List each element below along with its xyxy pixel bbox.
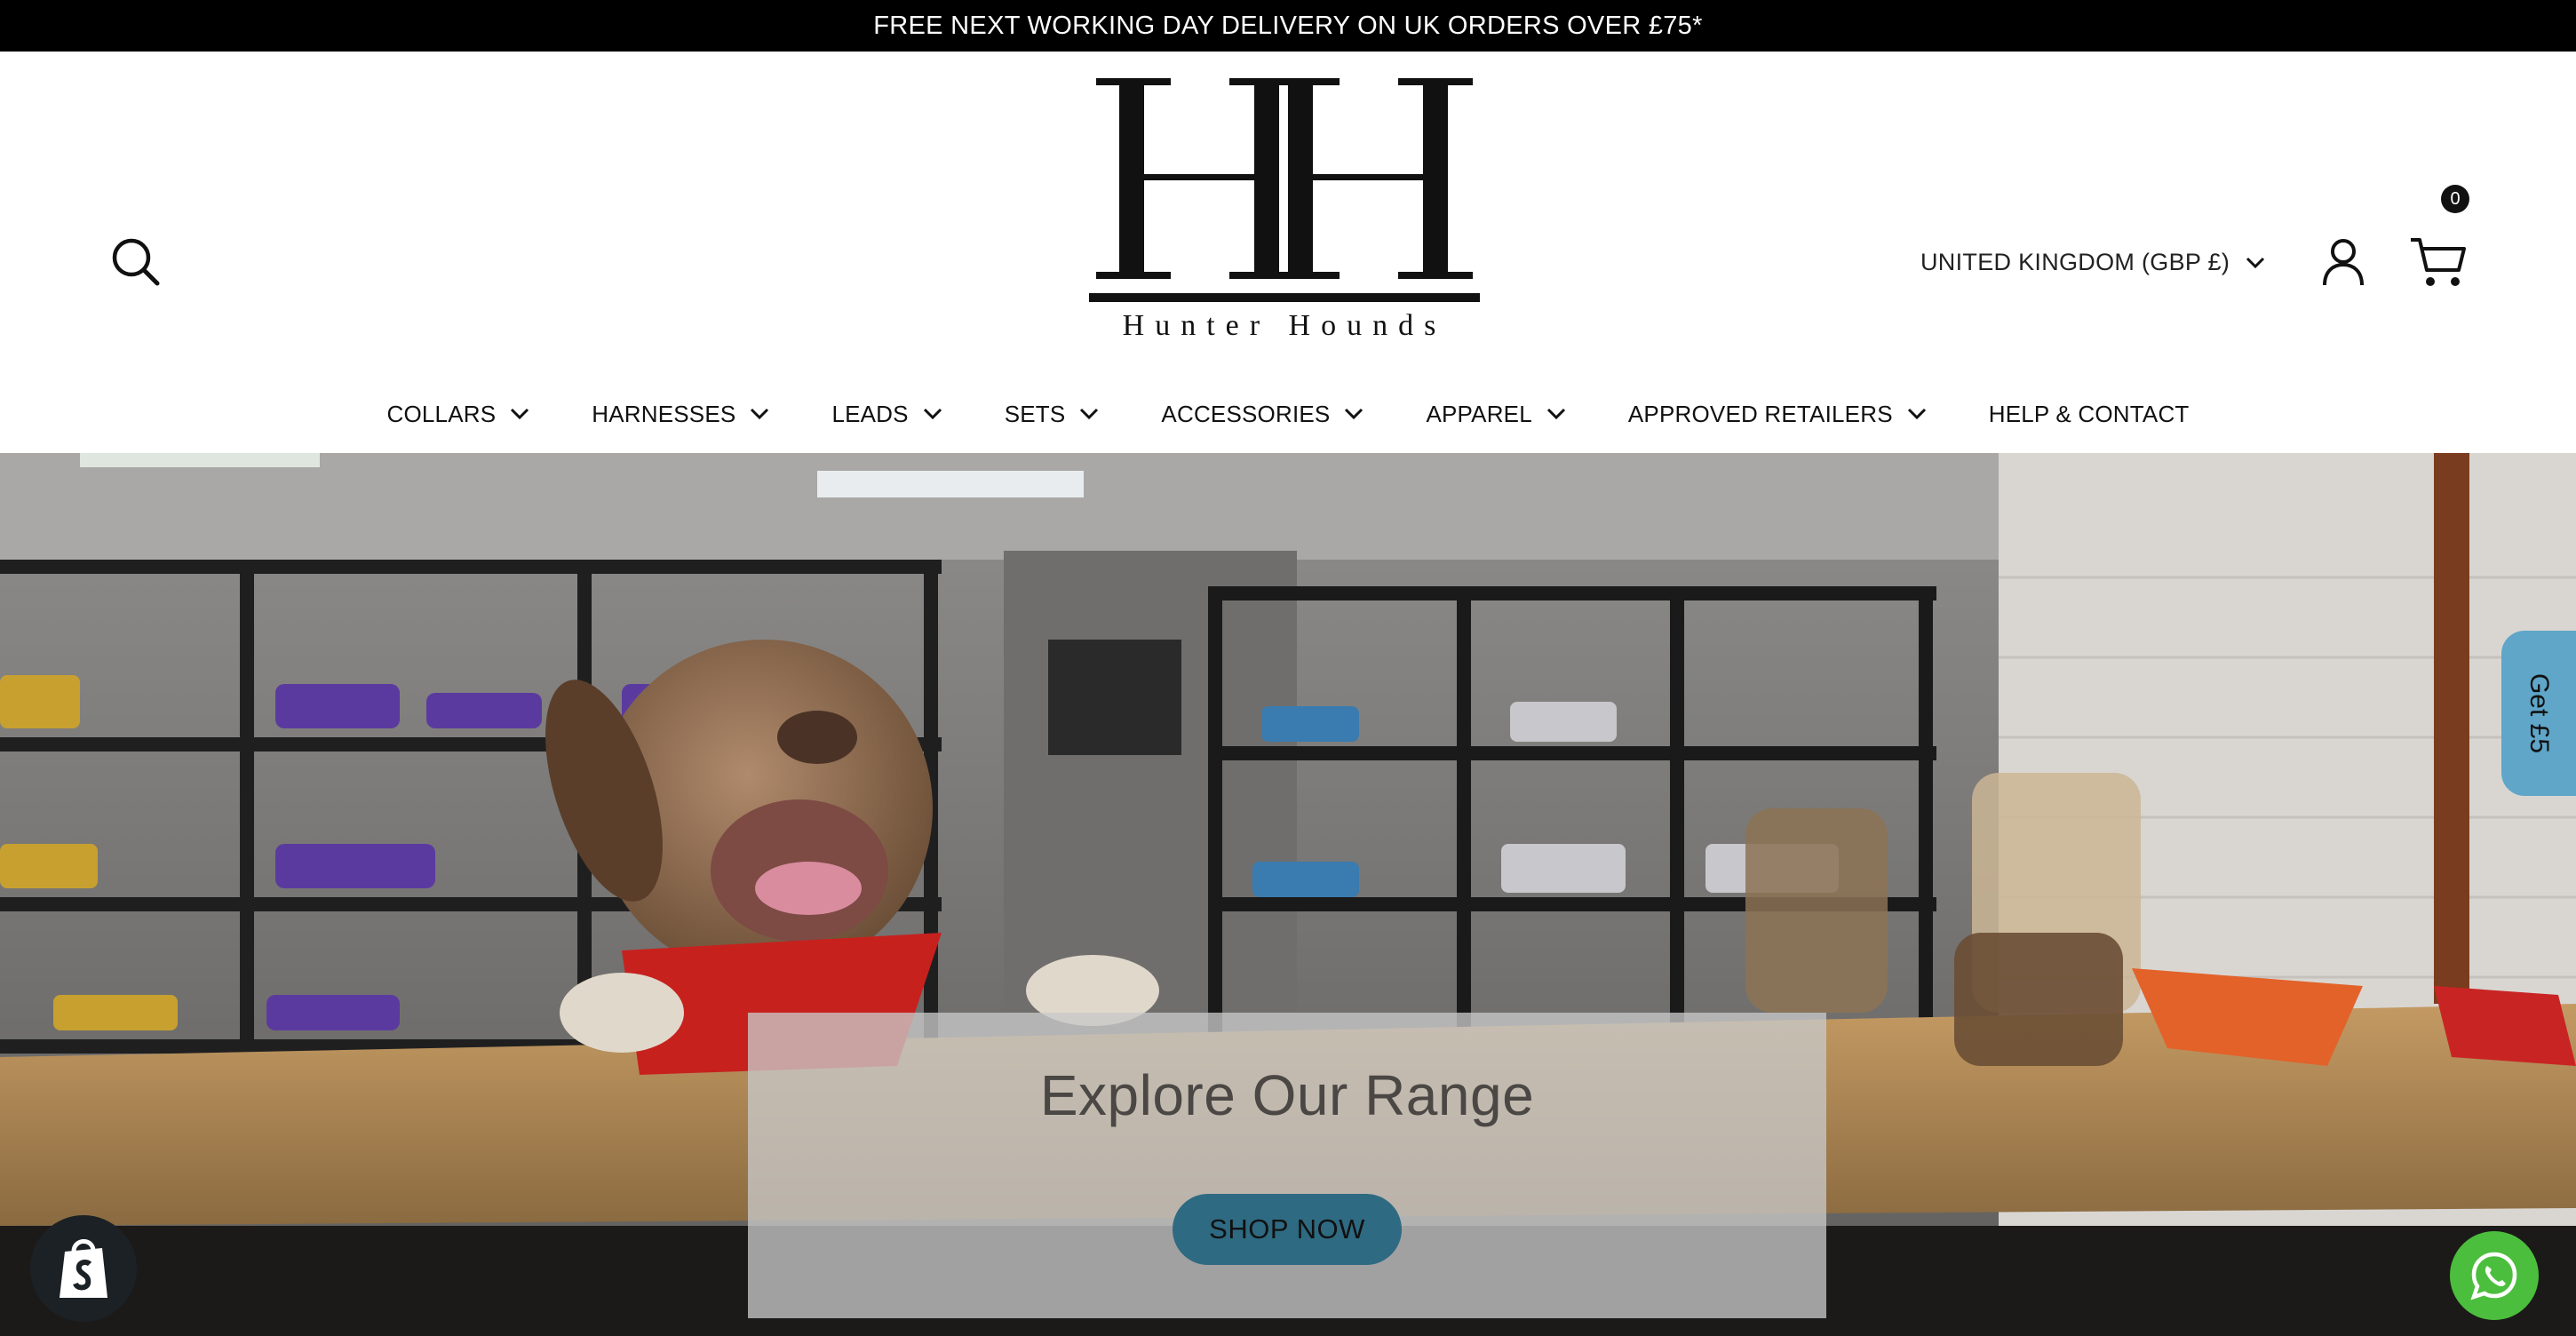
nav-item-accessories[interactable]: ACCESSORIES xyxy=(1161,401,1364,428)
chevron-down-icon xyxy=(1080,408,1099,420)
chevron-down-icon xyxy=(511,408,529,420)
hero-overlay-panel: Explore Our Range SHOP NOW xyxy=(748,1013,1826,1318)
shopify-bag-icon xyxy=(60,1239,107,1298)
get-5-discount-tab[interactable]: Get £5 xyxy=(2501,631,2576,796)
account-button[interactable] xyxy=(2320,236,2366,288)
nav-item-leads[interactable]: LEADS xyxy=(831,401,942,428)
chevron-down-icon xyxy=(923,408,942,420)
logo-mark xyxy=(1089,78,1480,302)
nav-item-sets[interactable]: SETS xyxy=(1005,401,1100,428)
announcement-bar: FREE NEXT WORKING DAY DELIVERY ON UK ORD… xyxy=(0,0,2576,52)
hero-title: Explore Our Range xyxy=(1039,1063,1535,1127)
announcement-text: FREE NEXT WORKING DAY DELIVERY ON UK ORD… xyxy=(873,11,1703,40)
nav-item-label: ACCESSORIES xyxy=(1161,400,1331,427)
nav-item-apparel[interactable]: APPAREL xyxy=(1426,401,1565,428)
currency-selector[interactable]: UNITED KINGDOM (GBP £) xyxy=(1920,249,2265,276)
nav-item-label: APPAREL xyxy=(1426,400,1532,427)
nav-item-label: COLLARS xyxy=(386,400,497,427)
shop-now-button[interactable]: SHOP NOW xyxy=(1173,1194,1402,1265)
search-button[interactable] xyxy=(110,236,162,288)
nav-item-label: LEADS xyxy=(831,400,909,427)
nav-item-label: HARNESSES xyxy=(592,400,736,427)
chevron-down-icon xyxy=(1907,408,1926,420)
nav-item-approved-retailers[interactable]: APPROVED RETAILERS xyxy=(1628,401,1927,428)
whatsapp-icon xyxy=(2470,1252,2517,1300)
cart-button[interactable] xyxy=(2409,235,2473,290)
cart-icon xyxy=(2411,238,2466,286)
chevron-down-icon xyxy=(1345,408,1364,420)
nav-item-harnesses[interactable]: HARNESSES xyxy=(592,401,769,428)
nav-item-label: SETS xyxy=(1004,400,1066,427)
nav-item-collars[interactable]: COLLARS xyxy=(386,401,529,428)
whatsapp-chat-button[interactable] xyxy=(2450,1231,2539,1320)
search-icon xyxy=(112,238,160,286)
chevron-down-icon xyxy=(2246,257,2265,268)
brand-logo[interactable]: Hunter Hounds xyxy=(1089,76,1480,343)
nav-item-label: APPROVED RETAILERS xyxy=(1627,400,1893,427)
hero-banner: Explore Our Range SHOP NOW xyxy=(0,453,2576,1336)
chevron-down-icon xyxy=(751,408,769,420)
currency-selector-label: UNITED KINGDOM (GBP £) xyxy=(1920,249,2230,275)
nav-item-label: HELP & CONTACT xyxy=(1988,400,2190,427)
logo-wordmark: Hunter Hounds xyxy=(1122,309,1447,342)
account-icon xyxy=(2323,239,2364,286)
chevron-down-icon xyxy=(1546,408,1565,420)
shopify-chat-button[interactable] xyxy=(30,1215,137,1322)
side-tab-label: Get £5 xyxy=(2524,672,2554,754)
main-nav: COLLARS HARNESSES LEADS SETS ACCESSORIES… xyxy=(0,391,2576,437)
nav-item-help-contact[interactable]: HELP & CONTACT xyxy=(1989,401,2190,428)
cart-count-badge: 0 xyxy=(2441,185,2469,213)
